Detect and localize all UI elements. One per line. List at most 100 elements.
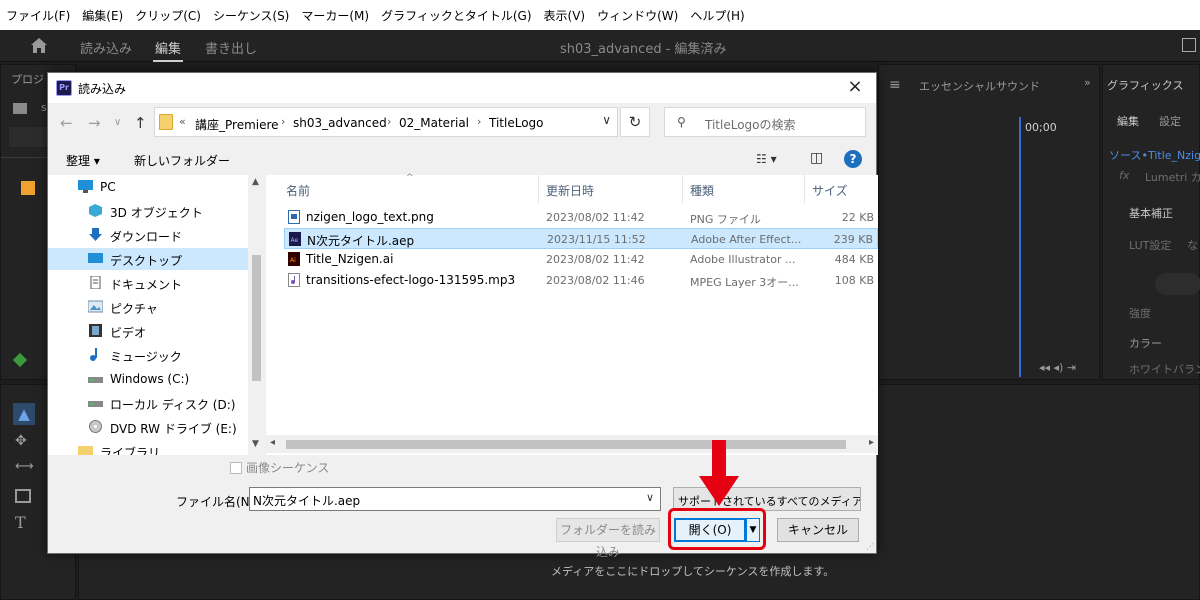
nav-item[interactable]: ダウンロード (48, 224, 248, 246)
filename-field[interactable]: N次元タイトル.aep ∨ (249, 487, 661, 511)
nav-item[interactable]: ビデオ (48, 320, 248, 342)
scroll-right-icon[interactable]: ▸ (869, 437, 874, 448)
column-date[interactable]: 更新日時 (546, 182, 594, 199)
column-divider[interactable] (804, 175, 805, 203)
nav-item-label: 3D オブジェクト (110, 206, 203, 220)
resize-grip-icon[interactable]: ⋰ (866, 542, 874, 551)
track-select-icon[interactable]: ✥ (15, 433, 27, 449)
column-divider[interactable] (682, 175, 683, 203)
nav-item[interactable]: 3D オブジェクト (48, 200, 248, 222)
lut-value[interactable]: な (1187, 237, 1198, 253)
chevron-down-icon[interactable]: ∨ (646, 491, 654, 504)
playback-controls[interactable]: ◂◂ ◂) ⇥ (1039, 361, 1076, 374)
column-divider[interactable] (538, 175, 539, 203)
nav-item[interactable]: デスクトップ (48, 248, 248, 270)
settings-tab[interactable]: 設定 (1159, 113, 1181, 129)
chevron-icon[interactable]: » (1084, 76, 1091, 89)
scroll-left-icon[interactable]: ◂ (270, 437, 275, 448)
column-name[interactable]: 名前 (286, 182, 310, 199)
auto-button[interactable] (1155, 273, 1200, 295)
nav-item[interactable]: ドキュメント (48, 272, 248, 294)
white-balance-label: ホワイトバラン (1129, 363, 1200, 376)
file-row[interactable]: Ai Title_Nzigen.ai 2023/08/02 11:42 Adobe I… (284, 249, 878, 270)
breadcrumb-item[interactable]: 02_Material (399, 116, 469, 130)
column-type[interactable]: 種類 (690, 182, 714, 199)
address-bar[interactable]: « 講座_Premiere › sh03_advanced › 02_Mater… (154, 107, 618, 137)
scroll-thumb[interactable] (252, 255, 261, 381)
nav-scrollbar[interactable]: ▲ ▼ (248, 175, 264, 455)
ripple-edit-icon[interactable]: ⟷ (15, 459, 34, 474)
scroll-up-icon[interactable]: ▲ (252, 177, 259, 187)
breadcrumb-item[interactable]: 講座_Premiere (195, 116, 279, 133)
playhead[interactable] (1019, 117, 1021, 377)
tab-edit[interactable]: 編集 (152, 38, 184, 62)
view-options-icon[interactable]: ☷ ▾ (756, 152, 777, 166)
menu-item[interactable]: ヘルプ(H) (690, 7, 744, 24)
library-icon (78, 444, 93, 455)
project-name: s (41, 101, 47, 114)
file-row[interactable]: nzigen_logo_text.png 2023/08/02 11:42 PNG … (284, 207, 878, 228)
recent-dropdown-icon[interactable]: ∨ (114, 117, 121, 128)
nav-item[interactable]: PC (48, 176, 248, 198)
menu-item[interactable]: 編集(E) (82, 7, 123, 24)
chevron-down-icon[interactable]: ∨ (602, 113, 611, 127)
breadcrumb-overflow[interactable]: « (179, 115, 186, 128)
refresh-icon[interactable]: ↻ (620, 107, 650, 137)
menu-item[interactable]: グラフィックとタイトル(G) (381, 7, 531, 24)
window-icon[interactable] (1182, 38, 1196, 52)
project-tab[interactable]: プロジ (11, 71, 44, 87)
basic-correction[interactable]: 基本補正 (1129, 205, 1173, 221)
breadcrumb-item[interactable]: TitleLogo (489, 116, 544, 130)
import-folder-button[interactable]: フォルダーを読み込み (556, 518, 660, 559)
chevron-right-icon[interactable]: › (281, 115, 285, 128)
scroll-thumb[interactable] (286, 440, 846, 449)
menu-item[interactable]: 表示(V) (544, 7, 586, 24)
new-folder-button[interactable]: 新しいフォルダー (134, 152, 230, 169)
preview-pane-icon[interactable]: ◫ (810, 150, 823, 166)
selection-tool-icon[interactable]: ▲ (13, 403, 35, 425)
nav-item[interactable]: ピクチャ (48, 296, 248, 318)
file-row[interactable]: Ae N次元タイトル.aep 2023/11/15 11:52 Adobe After… (284, 228, 878, 249)
column-size[interactable]: サイズ (812, 182, 848, 199)
dialog-titlebar[interactable]: Pr 読み込み × (48, 73, 876, 103)
bin-icon (13, 103, 27, 114)
help-icon[interactable]: ? (844, 150, 862, 168)
up-arrow-icon[interactable]: ↑ (134, 114, 147, 132)
type-tool-icon[interactable]: T (15, 513, 26, 532)
menu-item[interactable]: ファイル(F) (6, 7, 70, 24)
menu-item[interactable]: マーカー(M) (301, 7, 369, 24)
video-icon (88, 324, 103, 337)
search-input[interactable]: ⚲ TitleLogoの検索 (664, 107, 866, 137)
essential-sound-tab[interactable]: エッセンシャルサウンド (919, 78, 1040, 94)
nav-item[interactable]: ローカル ディスク (D:) (48, 392, 248, 414)
forward-arrow-icon[interactable]: → (88, 114, 101, 132)
chevron-right-icon[interactable]: › (387, 115, 391, 128)
pencil-icon[interactable] (12, 352, 28, 368)
nav-item[interactable]: ライブラリ (48, 440, 248, 455)
back-arrow-icon[interactable]: ← (60, 114, 73, 132)
tab-export[interactable]: 書き出し (205, 38, 257, 57)
nav-item[interactable]: Windows (C:) (48, 368, 248, 390)
breadcrumb-item[interactable]: sh03_advanced (293, 116, 387, 130)
horizontal-scrollbar[interactable]: ◂ ▸ (266, 435, 878, 453)
menu-item[interactable]: シーケンス(S) (213, 7, 289, 24)
nav-item[interactable]: DVD RW ドライブ (E:) (48, 416, 248, 438)
color-section[interactable]: カラー (1129, 335, 1162, 351)
close-icon[interactable]: × (840, 76, 870, 97)
menu-item[interactable]: クリップ(C) (135, 7, 201, 24)
edit-tab[interactable]: 編集 (1117, 113, 1139, 129)
rectangle-tool-icon[interactable] (15, 489, 31, 503)
file-row[interactable]: transitions-efect-logo-131595.mp3 2023/08… (284, 270, 878, 291)
image-sequence-checkbox[interactable]: 画像シーケンス (230, 459, 329, 476)
organize-button[interactable]: 整理 ▾ (66, 152, 100, 169)
menu-item[interactable]: ウィンドウ(W) (597, 7, 678, 24)
graphics-tab[interactable]: グラフィックス (1107, 77, 1183, 93)
chevron-right-icon[interactable]: › (477, 115, 481, 128)
menu-lines-icon[interactable]: ≡ (889, 77, 901, 93)
nav-item[interactable]: ミュージック (48, 344, 248, 366)
tab-import[interactable]: 読み込み (80, 38, 132, 57)
home-icon[interactable] (30, 37, 48, 54)
cancel-button[interactable]: キャンセル (777, 518, 859, 542)
scroll-down-icon[interactable]: ▼ (252, 439, 259, 449)
checkbox-box[interactable] (230, 462, 242, 474)
